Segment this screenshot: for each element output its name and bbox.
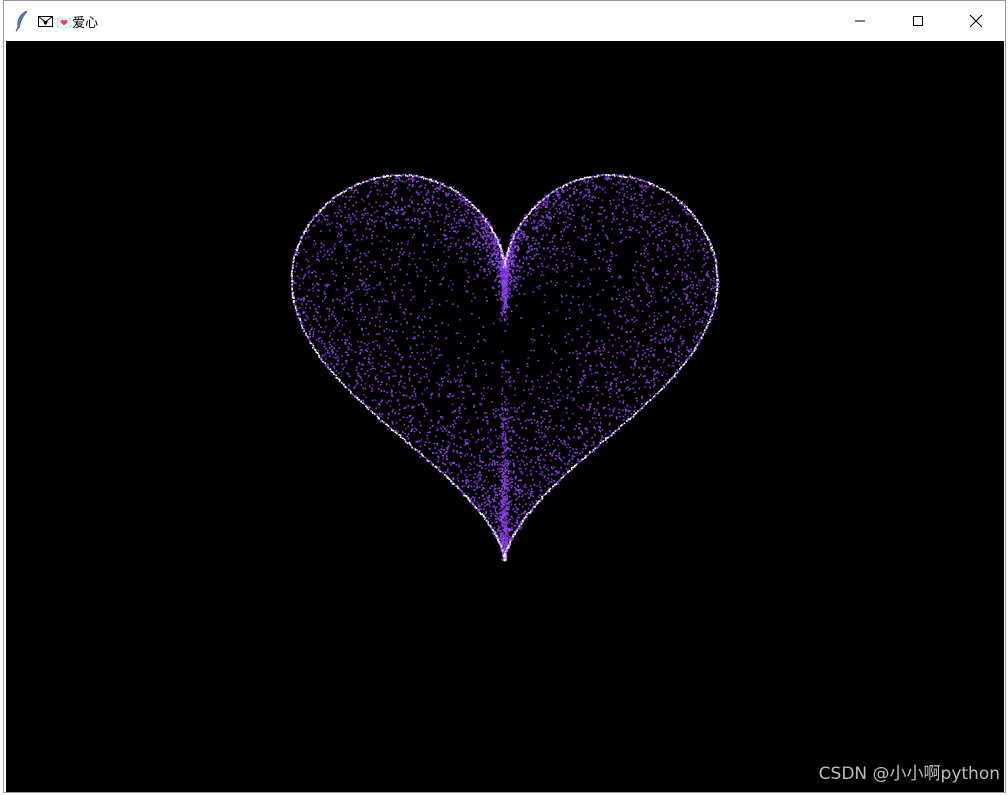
close-button[interactable] [947,1,1005,41]
watermark: CSDN @小小啊python [818,764,1000,784]
love-letter-icon [38,15,53,27]
feather-icon [15,10,28,32]
maximize-icon [913,16,923,26]
maximize-button[interactable] [889,1,947,41]
heart-icon [290,173,721,562]
app-window: 💌爱心 CSDN @小小啊python [3,0,1006,793]
window-title: 💌爱心 [56,15,99,31]
heart-particles [290,173,721,562]
close-icon [969,14,983,28]
title-bar[interactable]: 💌爱心 [4,1,1005,41]
minimize-icon [855,20,865,22]
heart-canvas: CSDN @小小啊python [6,41,1004,792]
minimize-button[interactable] [831,1,889,41]
